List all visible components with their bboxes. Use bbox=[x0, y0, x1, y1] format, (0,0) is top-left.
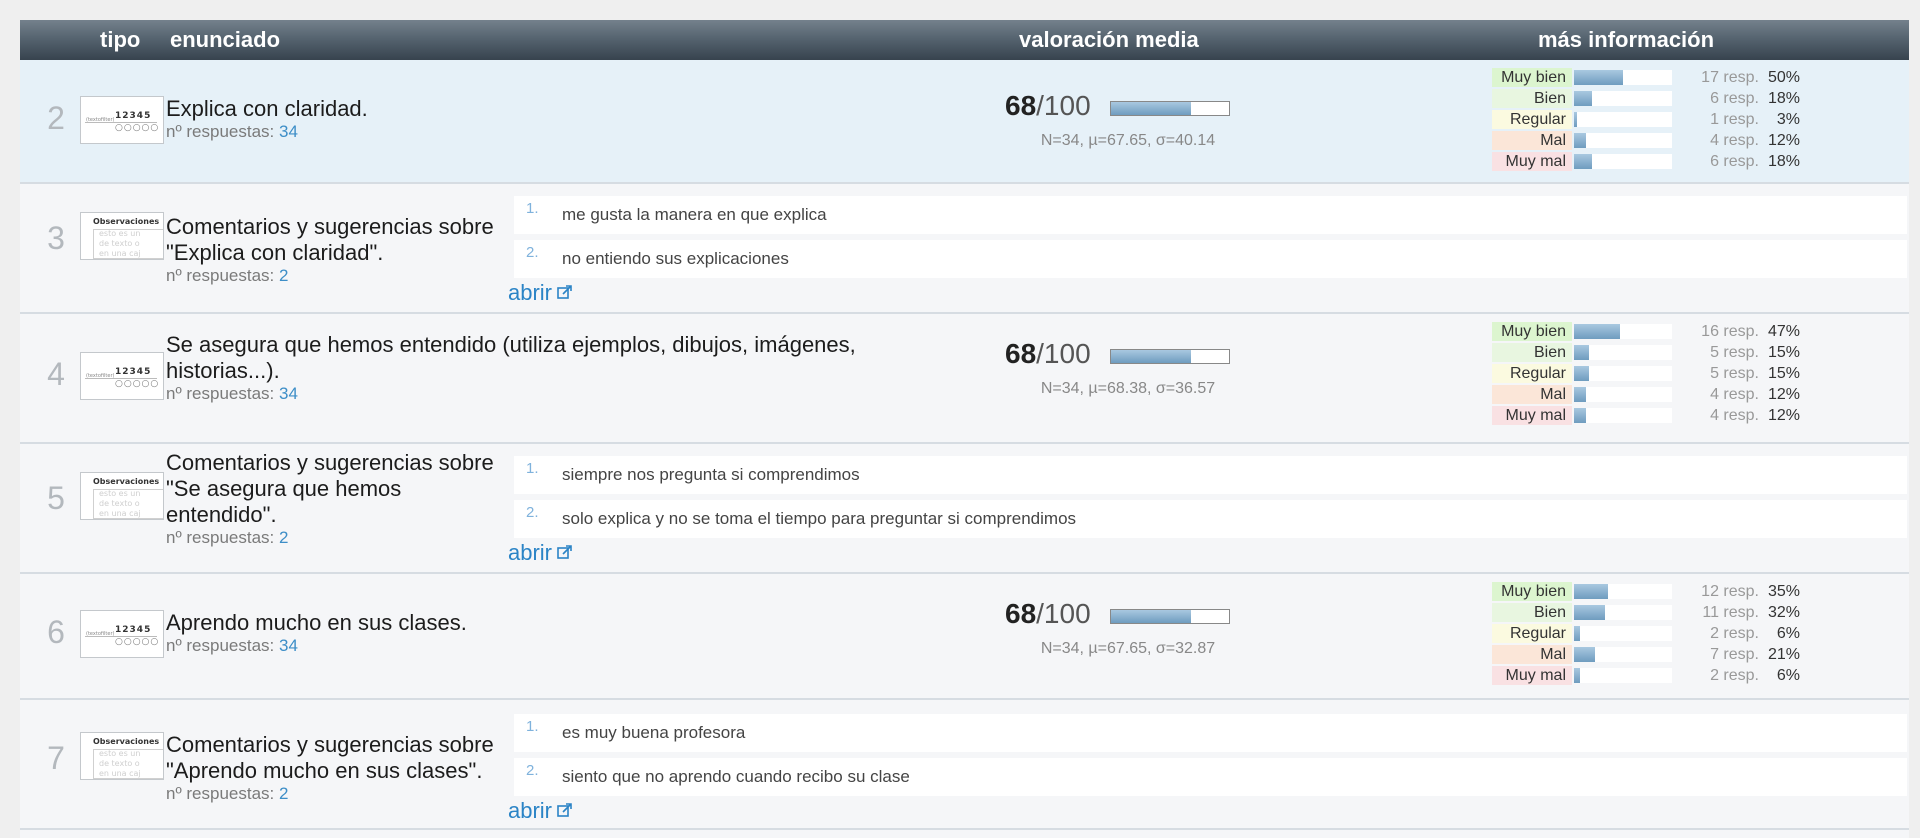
question-number: 5 bbox=[47, 480, 65, 516]
table-header: tipo enunciado valoración media más info… bbox=[20, 20, 1909, 60]
distribution-regular: Regular 2 resp. 6% bbox=[1492, 624, 1800, 644]
response-count: nº respuestas: 2 bbox=[166, 266, 289, 285]
response-count: nº respuestas: 2 bbox=[166, 528, 289, 547]
distribution-muy-bien: Muy bien 17 resp. 50% bbox=[1492, 68, 1800, 88]
text-type-icon: Observaciones esto es un de texto o en una… bbox=[80, 732, 164, 780]
header-mas-informacion: más información bbox=[1538, 27, 1715, 52]
distribution-muy-mal: Muy mal 4 resp. 12% bbox=[1492, 406, 1800, 426]
question-text: Explica con claridad. bbox=[166, 96, 368, 121]
question-row-5: 5 Observaciones esto es un de texto o en u… bbox=[20, 444, 1909, 574]
average-score: 68/100 bbox=[1005, 338, 1091, 369]
question-number: 6 bbox=[47, 614, 65, 650]
distribution-regular: Regular 5 resp. 15% bbox=[1492, 364, 1800, 384]
score-statistics: N=34, µ=67.65, σ=32.87 bbox=[1040, 640, 1216, 657]
comment-item: 2. siento que no aprendo cuando recibo su… bbox=[514, 758, 1907, 796]
question-text: Comentarios y sugerencias sobre "Se asegu… bbox=[166, 450, 494, 527]
question-number: 4 bbox=[47, 356, 65, 392]
score-bar bbox=[1110, 609, 1230, 624]
average-score: 68/100 bbox=[1005, 598, 1091, 629]
external-link-icon bbox=[556, 541, 574, 567]
distribution-muy-mal: Muy mal 6 resp. 18% bbox=[1492, 152, 1800, 172]
question-number: 7 bbox=[47, 740, 65, 776]
distribution-muy-bien: Muy bien 16 resp. 47% bbox=[1492, 322, 1800, 342]
comment-item: 1. siempre nos pregunta si comprendimos bbox=[514, 456, 1907, 494]
average-score: 68/100 bbox=[1005, 90, 1091, 121]
score-statistics: N=34, µ=67.65, σ=40.14 bbox=[1040, 132, 1216, 149]
question-text: Se asegura que hemos entendido (utiliza … bbox=[166, 332, 856, 383]
question-row-3: 3 Observaciones esto es un de texto o en u… bbox=[20, 184, 1909, 314]
external-link-icon bbox=[556, 799, 574, 825]
header-valoracion: valoración media bbox=[1019, 27, 1199, 52]
response-count: nº respuestas: 2 bbox=[166, 784, 289, 803]
question-text: Comentarios y sugerencias sobre "Explica … bbox=[166, 214, 494, 265]
scale-type-icon: (textofilter) 12345 ○○○○○ bbox=[80, 352, 164, 400]
score-statistics: N=34, µ=68.38, σ=36.57 bbox=[1040, 380, 1216, 397]
distribution-mal: Mal 7 resp. 21% bbox=[1492, 645, 1800, 665]
distribution-bien: Bien 5 resp. 15% bbox=[1492, 343, 1800, 363]
scale-type-icon: (textofilter) 12345 ○○○○○ bbox=[80, 96, 164, 144]
distribution-regular: Regular 1 resp. 3% bbox=[1492, 110, 1800, 130]
question-number: 3 bbox=[47, 220, 65, 256]
score-bar bbox=[1110, 101, 1230, 116]
header-tipo: tipo bbox=[100, 27, 141, 52]
scale-type-icon: (textofilter) 12345 ○○○○○ bbox=[80, 610, 164, 658]
response-count: nº respuestas: 34 bbox=[166, 636, 298, 655]
response-count: nº respuestas: 34 bbox=[166, 384, 298, 403]
question-text: Comentarios y sugerencias sobre "Aprendo … bbox=[166, 732, 494, 783]
comment-item: 2. no entiendo sus explicaciones bbox=[514, 240, 1907, 278]
comment-item: 2. solo explica y no se toma el tiempo pa… bbox=[514, 500, 1907, 538]
question-number: 2 bbox=[47, 100, 65, 136]
score-bar bbox=[1110, 349, 1230, 364]
question-row-4: 4 (textofilter) 12345 ○○○○○ Se asegura q… bbox=[20, 314, 1909, 444]
external-link-icon bbox=[556, 281, 574, 307]
question-row-6: 6 (textofilter) 12345 ○○○○○ Aprendo much… bbox=[20, 574, 1909, 700]
question-row-7: 7 Observaciones esto es un de texto o en u… bbox=[20, 700, 1909, 830]
response-count: nº respuestas: 34 bbox=[166, 122, 298, 141]
question-row-2: 2 (textofilter) 12345 ○○○○○ Explica con … bbox=[20, 60, 1909, 184]
distribution-muy-mal: Muy mal 2 resp. 6% bbox=[1492, 666, 1800, 686]
distribution-bien: Bien 11 resp. 32% bbox=[1492, 603, 1800, 623]
question-text: Aprendo mucho en sus clases. bbox=[166, 610, 467, 635]
distribution-mal: Mal 4 resp. 12% bbox=[1492, 131, 1800, 151]
open-comments-link[interactable]: abrir bbox=[508, 540, 574, 567]
distribution-mal: Mal 4 resp. 12% bbox=[1492, 385, 1800, 405]
open-comments-link[interactable]: abrir bbox=[508, 280, 574, 307]
text-type-icon: Observaciones esto es un de texto o en una… bbox=[80, 212, 164, 260]
distribution-bien: Bien 6 resp. 18% bbox=[1492, 89, 1800, 109]
results-table: tipo enunciado valoración media más info… bbox=[20, 20, 1909, 838]
open-comments-link[interactable]: abrir bbox=[508, 798, 574, 825]
distribution-muy-bien: Muy bien 12 resp. 35% bbox=[1492, 582, 1800, 602]
text-type-icon: Observaciones esto es un de texto o en una… bbox=[80, 472, 164, 520]
header-enunciado: enunciado bbox=[170, 27, 281, 52]
comment-item: 1. es muy buena profesora bbox=[514, 714, 1907, 752]
comment-item: 1. me gusta la manera en que explica bbox=[514, 196, 1907, 234]
